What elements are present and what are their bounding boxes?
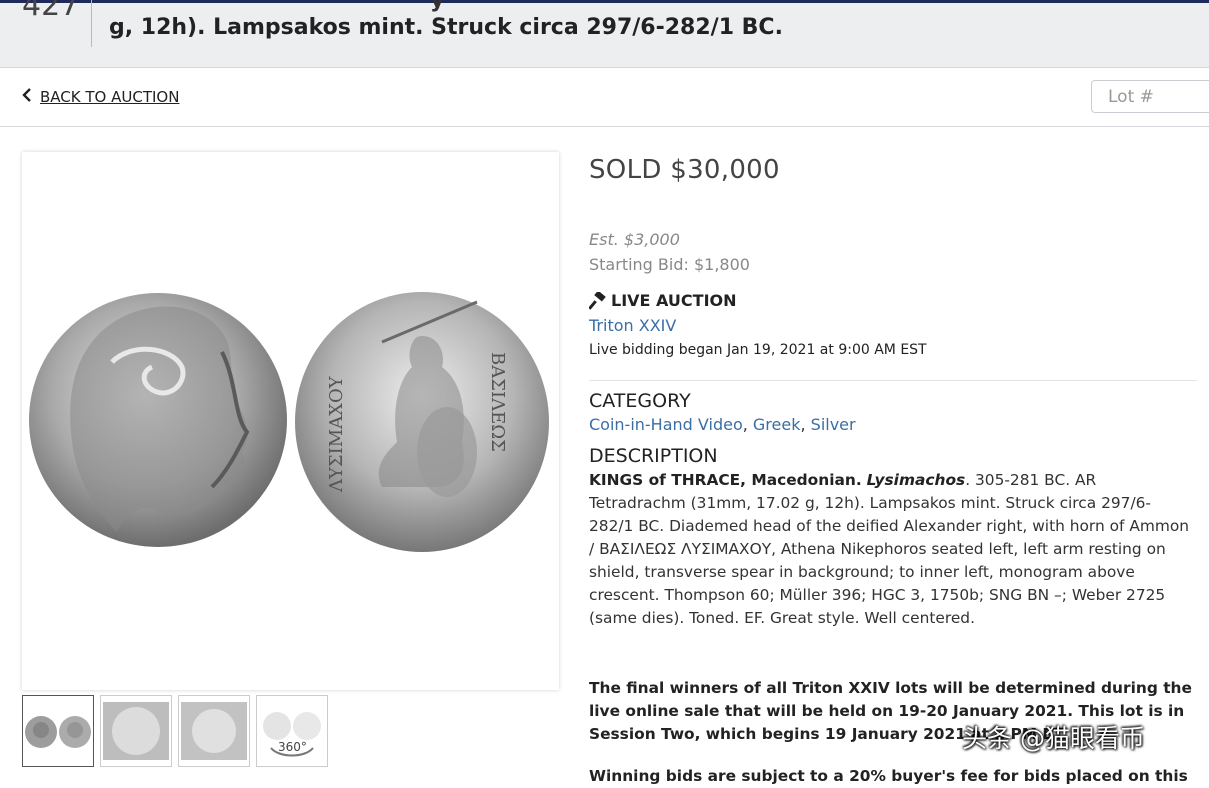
coin-photo: ΒΑΣΙΛΕΩΣ ΛΥΣΙΜΑΧΟΥ [29,292,549,552]
auction-type-label: LIVE AUCTION [611,291,737,310]
watermark: 头条 @猫眼看币 [962,724,1145,753]
thumbnail-1[interactable] [22,695,94,767]
thumbnail-2[interactable] [100,695,172,767]
lot-nav-row: BACK TO AUCTION [0,68,1209,127]
starting-bid: Starting Bid: $1,800 [589,255,750,274]
category-separator: , [742,415,753,434]
header-divider [91,0,92,47]
lot-header: 427 y g, 12h). Lampsakos mint. Struck ci… [0,0,1209,68]
thumbnail-3[interactable] [178,695,250,767]
gavel-icon [589,291,606,310]
sale-name: Triton XXIV [589,316,676,335]
buyers-fee-notice: Winning bids are subject to a 20% buyer'… [589,767,1188,785]
sold-price: SOLD $30,000 [589,155,780,185]
back-to-auction-label: BACK TO AUCTION [40,88,180,106]
main-lot-image[interactable]: ΒΑΣΙΛΕΩΣ ΛΥΣΙΜΑΧΟΥ [22,152,559,690]
lot-title-partial: y [430,0,445,13]
description-body: . 305-281 BC. AR Tetradrachm (31mm, 17.0… [589,471,1190,627]
coin-thumbnail-image [103,702,169,760]
svg-text:ΛΥΣΙΜΑΧΟΥ: ΛΥΣΙΜΑΧΟΥ [326,375,347,493]
category-heading: CATEGORY [589,390,691,412]
category-list: Coin-in-Hand Video, Greek, Silver [589,415,856,434]
category-link-coin-in-hand-video[interactable]: Coin-in-Hand Video [589,415,743,434]
category-link-greek[interactable]: Greek [753,415,801,434]
category-separator: , [800,415,811,434]
back-to-auction-link[interactable]: BACK TO AUCTION [22,88,179,106]
bidding-info: Live bidding began Jan 19, 2021 at 9:00 … [589,342,927,358]
lot-number: 427 [22,0,80,23]
divider [589,380,1197,381]
description-heading: DESCRIPTION [589,445,718,467]
category-link-silver[interactable]: Silver [811,415,856,434]
lot-title: g, 12h). Lampsakos mint. Struck circa 29… [109,15,783,40]
auction-type: LIVE AUCTION [589,291,737,310]
coin-thumbnail-image [25,716,91,748]
header-accent-bar [0,0,1209,3]
description-name: Lysimachos [866,471,966,489]
lot-number-input[interactable] [1091,80,1209,113]
rotate-360-badge: 360° [278,740,307,754]
coin-thumbnail-image [181,702,247,760]
chevron-left-icon [22,88,32,106]
svg-text:ΒΑΣΙΛΕΩΣ: ΒΑΣΙΛΕΩΣ [487,352,508,452]
sale-link[interactable]: Triton XXIV [589,316,676,335]
description-text: KINGS of THRACE, Macedonian. Lysimachos.… [589,469,1193,630]
thumbnail-360[interactable]: 360° [256,695,328,767]
estimate: Est. $3,000 [589,230,680,249]
description-ruler: KINGS of THRACE, Macedonian. [589,471,862,489]
coin-360-thumbnail-image [263,712,321,757]
